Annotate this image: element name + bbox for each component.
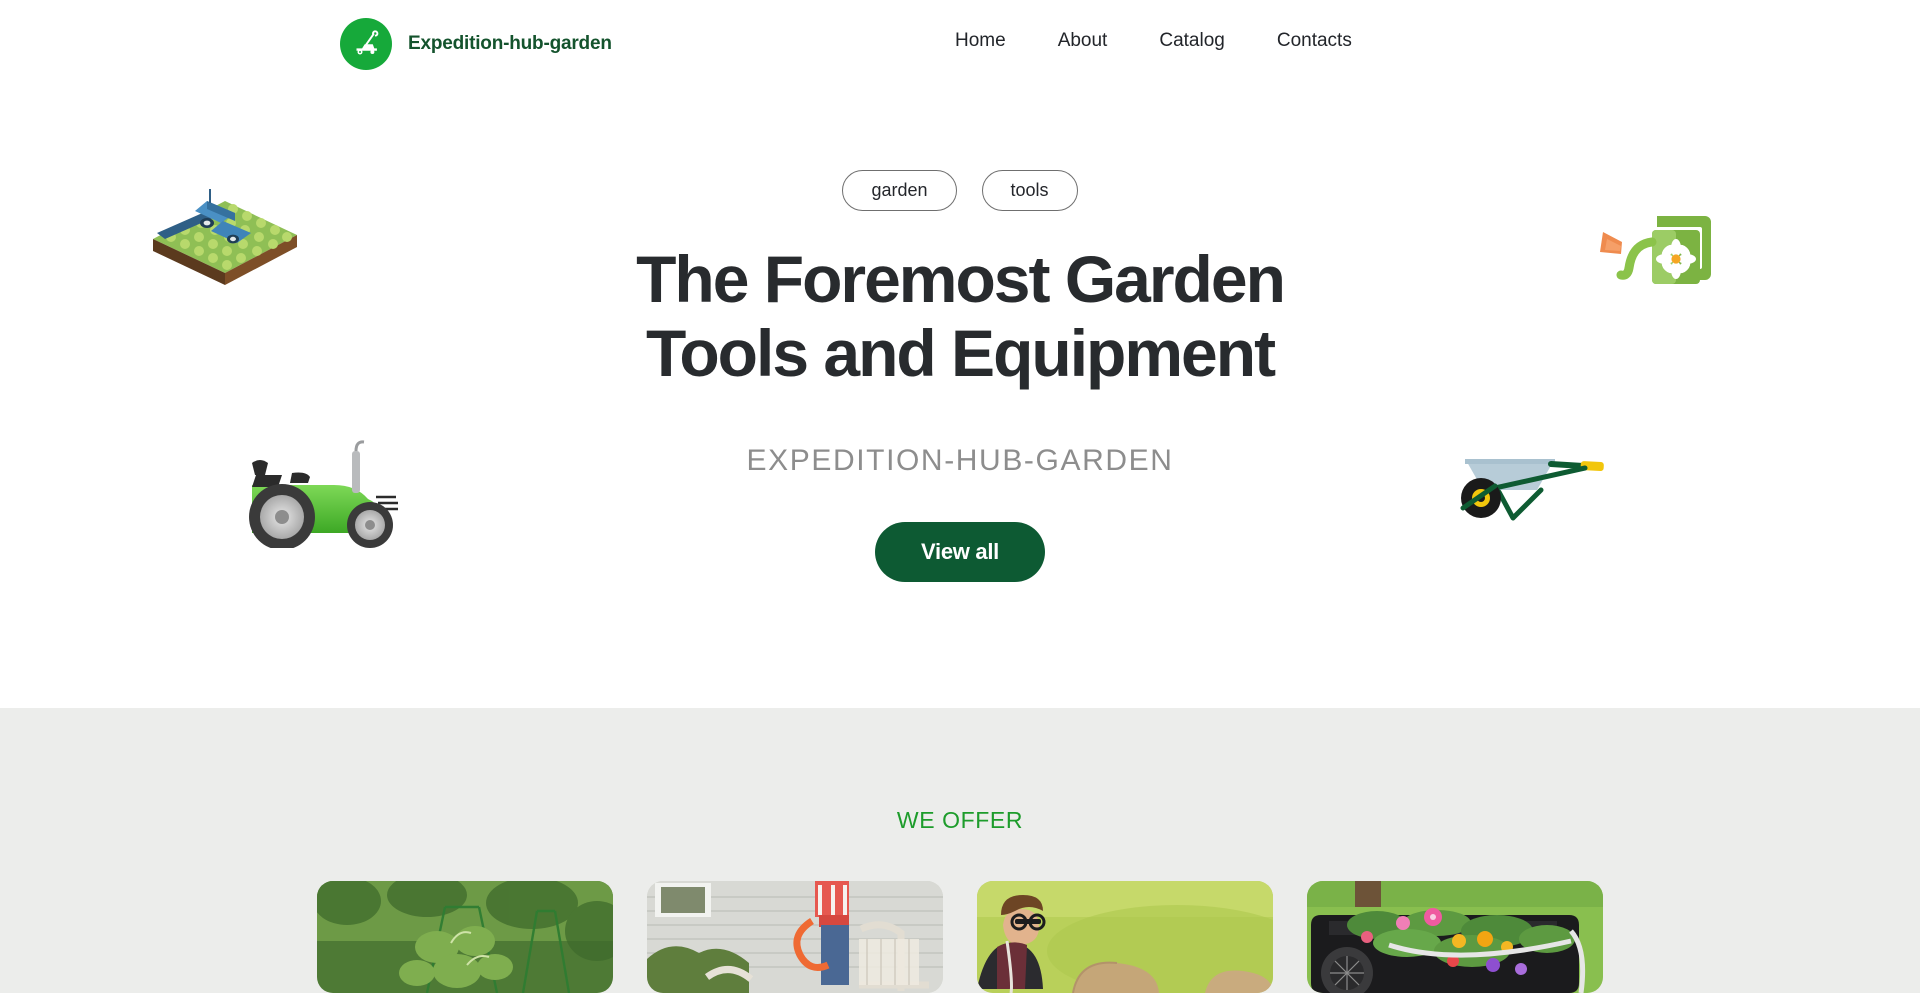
offer-card-man-on-lawn-with-soil-bags[interactable]: [977, 881, 1273, 993]
lawnmower-icon: [340, 18, 392, 70]
tag-pill-garden[interactable]: garden: [842, 170, 957, 211]
offer-card-garden-trellis-plants[interactable]: [317, 881, 613, 993]
offer-card-image-3: [977, 881, 1273, 993]
nav-item-contacts[interactable]: Contacts: [1251, 30, 1352, 52]
offer-card-person-with-hose-and-cart[interactable]: [647, 881, 943, 993]
offer-card-image-2: [647, 881, 943, 993]
hero-tag-pills: garden tools: [0, 170, 1920, 211]
brand-logo-link[interactable]: Expedition-hub-garden: [340, 18, 612, 70]
hero-subheadline: EXPEDITION-HUB-GARDEN: [746, 444, 1174, 477]
page-title: The Foremost Garden Tools and Equipment: [0, 242, 1920, 391]
offer-card-garden-cart-with-flowers[interactable]: [1307, 881, 1603, 993]
offer-card-image-4: [1307, 881, 1603, 993]
nav-item-about[interactable]: About: [1032, 30, 1134, 52]
headline-line-2: Tools and Equipment: [645, 315, 1276, 390]
headline-line-1: The Foremost Garden: [636, 242, 1286, 316]
hero-cta-container: View all: [0, 522, 1920, 582]
nav-item-home[interactable]: Home: [955, 30, 1032, 52]
nav-item-catalog[interactable]: Catalog: [1133, 30, 1251, 52]
we-offer-section: WE OFFER: [0, 708, 1920, 993]
site-header: Expedition-hub-garden Home About Catalog…: [0, 0, 1920, 88]
brand-name: Expedition-hub-garden: [408, 33, 612, 54]
offer-cards-list: [317, 881, 1603, 993]
hero-section: garden tools The Foremost Garden Tools a…: [0, 88, 1920, 708]
offer-card-image-1: [317, 881, 613, 993]
tag-pill-tools[interactable]: tools: [981, 170, 1078, 211]
we-offer-title: WE OFFER: [896, 807, 1024, 833]
view-all-button[interactable]: View all: [875, 522, 1045, 582]
main-navigation: Home About Catalog Contacts: [955, 30, 1352, 52]
